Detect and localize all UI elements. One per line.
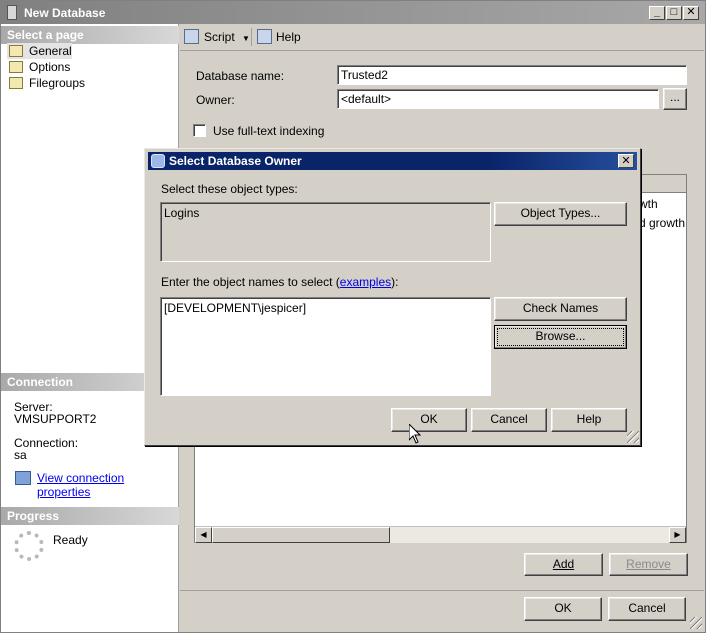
maximize-button[interactable]: □ (666, 6, 682, 20)
browse-button[interactable]: Browse... (494, 325, 627, 349)
help-icon (257, 29, 272, 44)
mouse-cursor-icon (409, 424, 421, 444)
user-icon (151, 154, 165, 168)
add-button[interactable]: Add (524, 553, 603, 576)
connection-properties-icon (15, 471, 31, 485)
page-item-filegroups[interactable]: Filegroups (7, 75, 85, 91)
select-database-owner-dialog: Select Database Owner ✕ Select these obj… (144, 148, 641, 446)
remove-label: Remove (626, 557, 671, 571)
connection-value: sa (14, 448, 27, 462)
dialog-cancel-button[interactable]: Cancel (471, 408, 547, 432)
page-item-label: General (29, 44, 72, 58)
dialog-title: Select Database Owner (169, 154, 302, 168)
page-icon (9, 45, 23, 57)
divider (180, 590, 704, 591)
toolbar: Script ▼ Help (180, 24, 704, 50)
examples-link[interactable]: examples (340, 275, 391, 289)
object-names-label-text: Enter the object names to select ( (161, 275, 340, 289)
window-title: New Database (24, 6, 106, 20)
check-names-button[interactable]: Check Names (494, 297, 627, 321)
close-button[interactable]: ✕ (683, 6, 699, 20)
scrollbar-thumb[interactable] (212, 527, 390, 543)
page-icon (9, 77, 23, 89)
owner-label: Owner: (196, 93, 235, 107)
chevron-down-icon[interactable]: ▼ (242, 34, 250, 43)
minimize-button[interactable]: _ (649, 6, 665, 20)
page-item-label: Options (29, 60, 71, 74)
view-connection-properties-link[interactable]: View connection properties (37, 471, 178, 499)
database-name-label: Database name: (196, 69, 285, 83)
dialog-title-bar[interactable]: Select Database Owner ✕ (148, 152, 637, 170)
dialog-resize-grip-icon[interactable] (627, 431, 639, 443)
remove-button: Remove (609, 553, 688, 576)
fulltext-indexing-checkbox[interactable] (193, 124, 206, 137)
server-value: VMSUPPORT2 (14, 412, 97, 426)
progress-spinner-icon (14, 531, 44, 561)
dialog-help-button[interactable]: Help (551, 408, 627, 432)
help-label: Help (276, 30, 301, 44)
dialog-ok-button[interactable]: OK (391, 408, 467, 432)
progress-header: Progress (1, 507, 179, 525)
progress-status: Ready (53, 533, 88, 547)
page-item-general[interactable]: General (7, 43, 72, 59)
grid-cell-autogrowth: d growth (639, 216, 686, 230)
resize-grip-icon[interactable] (690, 617, 702, 629)
grid-cell-autogrowth: wth (639, 197, 658, 211)
scroll-right-icon[interactable]: ▶ (669, 527, 686, 543)
scroll-left-icon[interactable]: ◀ (195, 527, 212, 543)
fulltext-indexing-label: Use full-text indexing (213, 124, 325, 138)
script-label: Script (204, 30, 235, 44)
object-names-label: Enter the object names to select (exampl… (161, 275, 398, 289)
database-icon (7, 5, 17, 20)
owner-browse-button[interactable]: ... (663, 88, 687, 110)
script-icon (184, 29, 199, 44)
dialog-close-icon[interactable]: ✕ (618, 154, 634, 168)
page-item-options[interactable]: Options (7, 59, 70, 75)
object-types-box: Logins (160, 202, 491, 262)
cancel-button[interactable]: Cancel (608, 597, 686, 621)
help-button[interactable]: Help (251, 28, 301, 46)
ok-button[interactable]: OK (524, 597, 602, 621)
owner-input[interactable]: <default> (337, 89, 659, 109)
object-names-label-end: ): (391, 275, 399, 289)
object-names-input[interactable]: [DEVELOPMENT\jespicer] (160, 297, 491, 396)
page-icon (9, 61, 23, 73)
object-types-button[interactable]: Object Types... (494, 202, 627, 226)
object-types-label: Select these object types: (161, 182, 298, 196)
select-page-header: Select a page (1, 26, 179, 44)
window-title-bar[interactable]: New Database _ □ ✕ (1, 1, 705, 24)
script-button[interactable]: Script ▼ (184, 28, 250, 46)
database-name-input[interactable]: Trusted2 (337, 65, 687, 85)
page-item-label: Filegroups (29, 76, 86, 90)
horizontal-scrollbar[interactable]: ◀ ▶ (195, 526, 686, 543)
add-label: Add (552, 557, 575, 571)
